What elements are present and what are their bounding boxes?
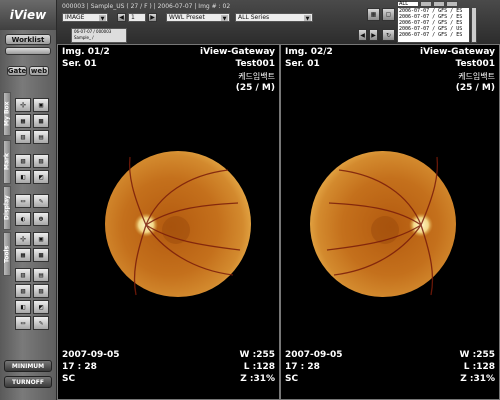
- study-time: 17 : 28: [62, 362, 97, 372]
- grid-layout-icon[interactable]: ▦: [367, 8, 380, 21]
- window-value: W :255: [459, 350, 495, 360]
- document-icon[interactable]: ▨: [33, 154, 49, 168]
- wwl-preset-select[interactable]: WWL Preset ▼: [166, 13, 230, 22]
- institution-name: iView-Gateway: [200, 47, 275, 57]
- zoom-value: Z :31%: [460, 374, 495, 384]
- length-icon[interactable]: ◩: [33, 300, 49, 314]
- modality-select[interactable]: IMAGE ▼: [62, 13, 108, 22]
- level-value: L :128: [243, 362, 275, 372]
- ellipse-icon[interactable]: ▧: [15, 284, 31, 298]
- layout-icon[interactable]: ▣: [33, 98, 49, 112]
- study-tab[interactable]: 06-07-07 / 000003 Sample_ /: [71, 28, 127, 43]
- study-time: 17 : 28: [285, 362, 320, 372]
- study-date: 2007-09-05: [285, 350, 343, 360]
- crop-icon[interactable]: ▩: [33, 248, 49, 262]
- zoom-icon[interactable]: ◩: [33, 170, 49, 184]
- scroll-left-icon[interactable]: ◀: [358, 29, 367, 41]
- fundus-image-right: [310, 151, 456, 297]
- viewport-left[interactable]: Img. 01/2 Ser. 01 iView-Gateway Test001 …: [57, 44, 280, 400]
- tab-tools[interactable]: Tools: [3, 232, 11, 276]
- patient-name: 케드임백트: [238, 72, 275, 81]
- series-list[interactable]: 2006-07-07 / GFS / ES 2006-07-07 / GFS /…: [397, 7, 470, 43]
- grid3-icon[interactable]: ▩: [33, 114, 49, 128]
- zoom-value: Z :31%: [240, 374, 275, 384]
- window-level-icon[interactable]: ⊹: [15, 232, 31, 246]
- wwl-preset-value: WWL Preset: [169, 14, 205, 21]
- web-button[interactable]: web: [29, 66, 49, 76]
- image-number: Img. 01/2: [62, 47, 110, 57]
- minimum-button[interactable]: MINIMUM: [4, 360, 52, 372]
- rectangle-icon[interactable]: ▥: [15, 268, 31, 282]
- study-tab-line2: Sample_ /: [74, 35, 94, 40]
- pen-icon[interactable]: ✎: [33, 316, 49, 330]
- single-layout-icon[interactable]: ▢: [382, 8, 395, 21]
- age-sex: (25 / M): [455, 83, 495, 93]
- select-icon[interactable]: ⊹: [15, 98, 31, 112]
- window-value: W :255: [239, 350, 275, 360]
- flip-icon[interactable]: ✎: [33, 194, 49, 208]
- angle-icon[interactable]: ▨: [33, 284, 49, 298]
- series-list-item[interactable]: 2006-07-07 / GFS / ES: [398, 32, 469, 38]
- fundus-image-left: [105, 151, 251, 297]
- tab-display[interactable]: Display: [3, 186, 11, 230]
- image-number: Img. 02/2: [285, 47, 333, 57]
- image-index-select[interactable]: 1: [128, 13, 146, 22]
- image-icon[interactable]: ▧: [15, 154, 31, 168]
- patient-name: 케드임백트: [458, 72, 495, 81]
- age-sex: (25 / M): [235, 83, 275, 93]
- patient-id: Test001: [235, 59, 276, 69]
- modality-label: SC: [62, 374, 76, 384]
- line-icon[interactable]: ▤: [33, 268, 49, 282]
- chevron-down-icon: ▼: [99, 15, 106, 22]
- scroll-right-icon[interactable]: ▶: [369, 29, 378, 41]
- series-select-value: ALL Series: [238, 14, 270, 21]
- viewport-right[interactable]: Img. 02/2 Ser. 01 iView-Gateway Test001 …: [280, 44, 500, 400]
- grid4-icon[interactable]: ▥: [15, 130, 31, 144]
- hand-icon[interactable]: ◧: [15, 170, 31, 184]
- contrast-icon[interactable]: ◐: [15, 212, 31, 226]
- series-select[interactable]: ALL Series ▼: [235, 13, 313, 22]
- modality-label: SC: [285, 374, 299, 384]
- chevron-down-icon: ▼: [304, 15, 311, 22]
- patient-info-text: 000003 | Sample_US ( 27 / F ) | 2006-07-…: [62, 3, 231, 10]
- chevron-down-icon: ▼: [221, 15, 228, 22]
- tab-mark[interactable]: Mark: [3, 140, 11, 184]
- image-index-value: 1: [131, 14, 135, 21]
- modality-select-value: IMAGE: [65, 14, 85, 21]
- app-logo: iView: [0, 0, 56, 30]
- gate-button[interactable]: Gate: [7, 66, 27, 76]
- rotate-icon[interactable]: ▭: [15, 194, 31, 208]
- turnoff-button[interactable]: TURNOFF: [4, 376, 52, 388]
- grid-alt-icon[interactable]: ▤: [33, 130, 49, 144]
- cursor-icon[interactable]: ◧: [15, 300, 31, 314]
- pan-icon[interactable]: ▦: [15, 248, 31, 262]
- tab-my-box[interactable]: My Box: [3, 92, 11, 136]
- series-number: Ser. 01: [62, 59, 97, 69]
- measure-icon[interactable]: ⊕: [33, 212, 49, 226]
- overlay-icon[interactable]: ▣: [33, 232, 49, 246]
- study-date: 2007-09-05: [62, 350, 120, 360]
- institution-name: iView-Gateway: [420, 47, 495, 57]
- worklist-sub-button[interactable]: [5, 47, 51, 55]
- level-value: L :128: [463, 362, 495, 372]
- series-number: Ser. 01: [285, 59, 320, 69]
- next-icon[interactable]: ▶: [148, 13, 157, 22]
- worklist-button[interactable]: Worklist: [5, 34, 51, 45]
- grid2-icon[interactable]: ▦: [15, 114, 31, 128]
- prev-icon[interactable]: ◀: [117, 13, 126, 22]
- patient-id: Test001: [455, 59, 496, 69]
- series-list-scrollbar[interactable]: [471, 7, 477, 43]
- refresh-icon[interactable]: ↻: [382, 29, 395, 41]
- text-icon[interactable]: ▭: [15, 316, 31, 330]
